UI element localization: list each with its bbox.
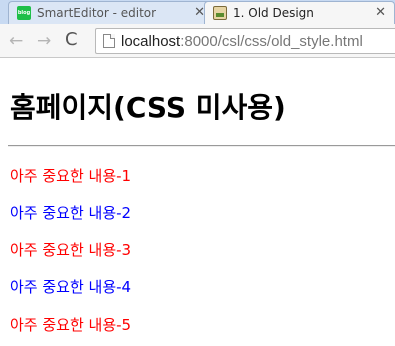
back-arrow-icon[interactable]: ← <box>9 31 23 51</box>
paragraph-1: 아주 중요한 내용-1 <box>10 167 132 185</box>
tab-title: 1. Old Design <box>233 6 314 20</box>
tab-old-design[interactable]: 1. Old Design ✕ <box>204 1 395 24</box>
image-favicon-icon <box>213 6 227 20</box>
horizontal-rule <box>8 145 395 147</box>
url-host: localhost <box>121 32 181 50</box>
browser-toolbar: ← → C localhost:8000/csl/css/old_style.h… <box>0 24 395 58</box>
address-bar[interactable]: localhost:8000/csl/css/old_style.html <box>95 28 395 54</box>
page-icon <box>103 34 115 48</box>
page-heading: 홈페이지(CSS 미사용) <box>10 91 286 124</box>
tab-strip: blog SmartEditor - editor ✕ 1. Old Desig… <box>0 0 395 24</box>
reload-icon[interactable]: C <box>65 29 78 50</box>
tab-smarteditor[interactable]: blog SmartEditor - editor ✕ <box>8 1 216 24</box>
blog-favicon-icon: blog <box>17 6 31 20</box>
url-text[interactable]: localhost:8000/csl/css/old_style.html <box>121 33 363 50</box>
url-path: :8000/csl/css/old_style.html <box>180 32 363 50</box>
paragraph-5: 아주 중요한 내용-5 <box>10 316 132 334</box>
forward-arrow-icon[interactable]: → <box>37 31 51 51</box>
tab-title: SmartEditor - editor <box>37 6 157 20</box>
paragraph-4: 아주 중요한 내용-4 <box>10 278 132 296</box>
close-icon[interactable]: ✕ <box>375 5 386 20</box>
paragraph-3: 아주 중요한 내용-3 <box>10 241 132 259</box>
paragraph-2: 아주 중요한 내용-2 <box>10 204 132 222</box>
